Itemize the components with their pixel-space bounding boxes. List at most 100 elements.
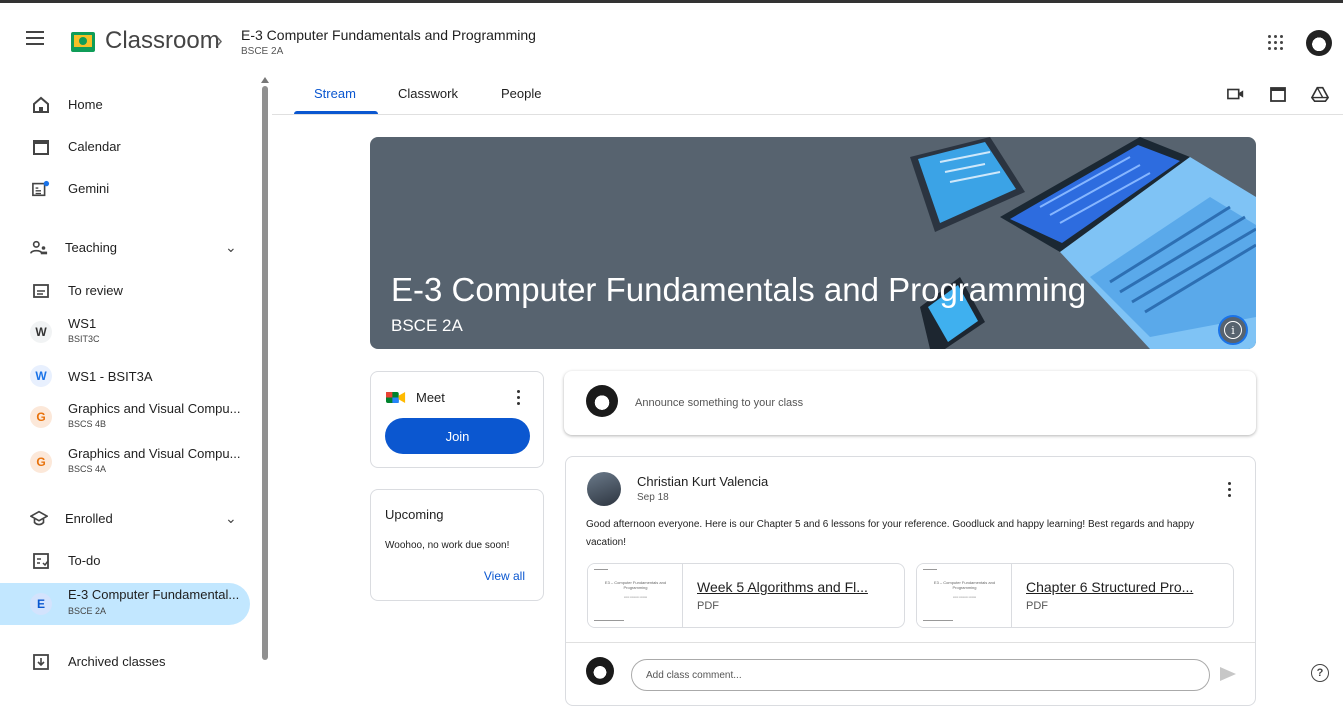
sidebar-item-calendar[interactable]: Calendar: [0, 125, 250, 167]
navigation-sidebar: Home Calendar Gemini Teaching ⌄ To revie…: [0, 73, 260, 698]
google-apps-icon[interactable]: [1268, 35, 1284, 51]
view-all-link[interactable]: View all: [484, 569, 525, 583]
sidebar-item-label: To review: [68, 282, 123, 298]
sidebar-section-enrolled[interactable]: Enrolled ⌄: [0, 497, 250, 539]
class-info-button[interactable]: i: [1218, 315, 1248, 345]
sidebar-item-label: Calendar: [68, 138, 121, 154]
sidebar-item-label: Home: [68, 96, 103, 112]
video-camera-icon[interactable]: [1227, 85, 1245, 103]
classroom-logo-icon[interactable]: [71, 32, 95, 52]
sidebar-class-name: E-3 Computer Fundamental...: [68, 587, 240, 602]
post-more-options-icon[interactable]: [1228, 482, 1232, 498]
main-menu-icon[interactable]: [26, 31, 44, 45]
class-letter-avatar: W: [30, 365, 52, 387]
gemini-icon: [32, 180, 50, 197]
divider: [566, 642, 1255, 643]
class-letter-avatar: G: [30, 451, 52, 473]
sidebar-class-name: Graphics and Visual Compu...: [68, 446, 241, 461]
archive-icon: [33, 654, 49, 670]
class-comment-input[interactable]: Add class comment...: [631, 659, 1210, 691]
sidebar-item-class-graphics-4a[interactable]: G Graphics and Visual Compu... BSCS 4A: [0, 441, 250, 483]
attachment-title: Week 5 Algorithms and Fl...: [697, 579, 868, 595]
help-icon[interactable]: ?: [1311, 664, 1329, 682]
stream-post: Christian Kurt Valencia Sep 18 Good afte…: [565, 456, 1256, 706]
class-tabs-bar: Stream Classwork People: [272, 73, 1343, 115]
more-options-icon[interactable]: [517, 390, 521, 406]
attachment-card[interactable]: E3 – Computer Fundamentals and Programmi…: [587, 563, 905, 628]
tab-stream[interactable]: Stream: [314, 86, 356, 101]
user-avatar: [586, 657, 614, 685]
google-drive-icon[interactable]: [1311, 85, 1329, 103]
pdf-thumbnail: E3 – Computer Fundamentals and Programmi…: [917, 564, 1012, 627]
sidebar-item-class-e3-active[interactable]: E E-3 Computer Fundamental... BSCE 2A: [0, 583, 250, 625]
app-name[interactable]: Classroom: [105, 27, 220, 55]
chevron-down-icon[interactable]: ⌄: [225, 239, 237, 256]
attachment-type: PDF: [697, 600, 719, 612]
sidebar-class-name: WS1 - BSIT3A: [68, 368, 153, 384]
sidebar-class-name: WS1: [68, 316, 97, 331]
sidebar-section-teaching[interactable]: Teaching ⌄: [0, 226, 250, 268]
sidebar-class-name: Graphics and Visual Compu...: [68, 401, 241, 416]
tab-people[interactable]: People: [501, 86, 541, 101]
class-letter-avatar: E: [30, 593, 52, 615]
info-icon: i: [1224, 321, 1242, 339]
sidebar-section-label: Enrolled: [65, 510, 113, 526]
active-tab-indicator: [294, 111, 378, 114]
join-meet-button[interactable]: Join: [385, 418, 530, 454]
sidebar-class-section: BSCS 4A: [68, 464, 107, 474]
sidebar-item-todo[interactable]: To-do: [0, 539, 250, 581]
home-icon: [33, 96, 49, 113]
sidebar-class-section: BSCS 4B: [68, 419, 107, 429]
sidebar-class-section: BSCE 2A: [68, 606, 107, 616]
calendar-icon[interactable]: [1269, 85, 1287, 103]
class-banner: E-3 Computer Fundamentals and Programmin…: [370, 137, 1256, 349]
sidebar-item-label: Gemini: [68, 180, 110, 196]
tab-classwork[interactable]: Classwork: [398, 86, 458, 101]
sidebar-section-label: Teaching: [65, 239, 118, 255]
sidebar-item-class-ws1[interactable]: W WS1 BSIT3C: [0, 311, 250, 353]
upcoming-title: Upcoming: [385, 507, 444, 522]
sidebar-item-to-review[interactable]: To review: [0, 269, 250, 311]
sidebar-item-home[interactable]: Home: [0, 83, 250, 125]
attachment-card[interactable]: E3 – Computer Fundamentals and Programmi…: [916, 563, 1234, 628]
banner-class-section: BSCE 2A: [391, 316, 463, 335]
sidebar-scrollbar-thumb[interactable]: [262, 86, 268, 660]
announce-box[interactable]: Announce something to your class: [564, 371, 1256, 435]
sidebar-item-class-ws1-bsit3a[interactable]: W WS1 - BSIT3A: [0, 355, 250, 397]
sidebar-class-section: BSIT3C: [68, 334, 100, 344]
calendar-icon: [33, 140, 49, 155]
breadcrumb-class-section: BSCE 2A: [241, 46, 284, 57]
send-icon[interactable]: [1220, 667, 1236, 681]
class-letter-avatar: G: [30, 406, 52, 428]
sidebar-item-archived[interactable]: Archived classes: [0, 640, 250, 682]
attachment-type: PDF: [1026, 600, 1048, 612]
breadcrumb-class-title: E-3 Computer Fundamentals and Programmin…: [241, 27, 536, 43]
account-avatar[interactable]: [1306, 30, 1332, 56]
upcoming-card: Upcoming Woohoo, no work due soon! View …: [370, 489, 544, 601]
post-date: Sep 18: [637, 492, 669, 503]
post-body-text: Good afternoon everyone. Here is our Cha…: [586, 519, 1195, 548]
pdf-thumbnail: E3 – Computer Fundamentals and Programmi…: [588, 564, 683, 627]
class-letter-avatar: W: [30, 321, 52, 343]
post-author-name: Christian Kurt Valencia: [637, 474, 769, 489]
graduation-cap-icon: [30, 510, 48, 526]
user-avatar: [586, 385, 618, 417]
meet-card: Meet Join: [370, 371, 544, 468]
chevron-down-icon[interactable]: ⌄: [225, 510, 237, 527]
breadcrumb-chevron-icon: ›: [216, 30, 223, 52]
scroll-up-arrow-icon[interactable]: [261, 77, 269, 83]
author-avatar[interactable]: [587, 472, 621, 506]
teaching-icon: [30, 240, 48, 255]
upcoming-empty-text: Woohoo, no work due soon!: [385, 540, 510, 551]
laptop-tablet-illustration: [910, 137, 1256, 349]
sidebar-item-gemini[interactable]: Gemini: [0, 167, 250, 209]
folder-review-icon: [33, 284, 49, 298]
sidebar-item-label: To-do: [68, 552, 101, 568]
todo-checklist-icon: [33, 553, 49, 569]
sidebar-item-class-graphics-4b[interactable]: G Graphics and Visual Compu... BSCS 4B: [0, 396, 250, 438]
app-header: Classroom › E-3 Computer Fundamentals an…: [0, 3, 1343, 73]
attachment-title: Chapter 6 Structured Pro...: [1026, 579, 1194, 595]
announce-placeholder: Announce something to your class: [635, 397, 804, 409]
banner-class-title: E-3 Computer Fundamentals and Programmin…: [391, 271, 1087, 308]
sidebar-item-label: Archived classes: [68, 653, 166, 669]
